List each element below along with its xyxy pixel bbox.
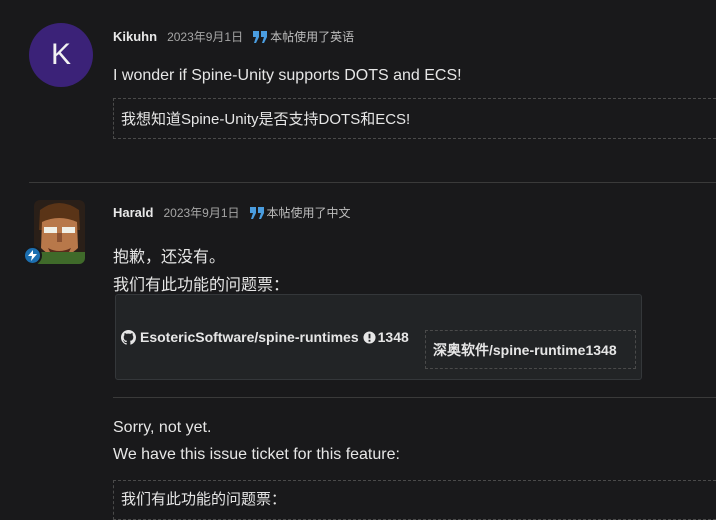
author-name[interactable]: Harald [113,205,153,220]
post-meta: Kikuhn 2023年9月1日 本帖使用了英语 [113,28,354,45]
language-note-text: 本帖使用了中文 [266,206,351,220]
issue-number[interactable]: 1348 [378,329,409,345]
avatar-kikuhn[interactable]: K [29,23,93,87]
post-body: I wonder if Spine-Unity supports DOTS an… [113,67,462,84]
post-divider [29,182,716,183]
translated-line: We have this issue ticket for this featu… [113,446,400,463]
quote-icon [253,30,268,43]
link-translation-box: 深奥软件/spine-runtime1348 [425,330,636,369]
translation-divider [113,397,716,398]
issue-icon [363,330,376,344]
repo-name[interactable]: EsotericSoftware/spine-runtimes [140,329,359,345]
post-date[interactable]: 2023年9月1日 [167,28,243,45]
github-icon [121,329,136,345]
translation-box: 我们有此功能的问题票： [113,480,716,520]
translated-line: Sorry, not yet. [113,419,212,436]
language-note: 本帖使用了英语 [253,28,354,45]
language-note-text: 本帖使用了英语 [270,30,355,44]
post-body-line: 我们有此功能的问题票： [113,277,290,294]
user-badge [23,246,42,265]
issue-link[interactable]: EsotericSoftware/spine-runtimes 1348 [121,329,409,345]
translation-text: 我们有此功能的问题票： [121,491,287,508]
language-note: 本帖使用了中文 [249,204,351,221]
post-date[interactable]: 2023年9月1日 [163,204,239,221]
bolt-icon [28,250,37,261]
translation-box: 我想知道Spine-Unity是否支持DOTS和ECS! [113,98,716,139]
link-translation-text: 深奥软件/spine-runtime1348 [433,341,617,358]
avatar-letter: K [50,38,71,71]
post-meta: Harald 2023年9月1日 本帖使用了中文 [113,204,351,221]
post-body-line: 抱歉，还没有。 [113,249,226,266]
translation-text: 我想知道Spine-Unity是否支持DOTS和ECS! [121,111,411,128]
author-name[interactable]: Kikuhn [113,29,157,44]
quote-icon [249,206,264,219]
